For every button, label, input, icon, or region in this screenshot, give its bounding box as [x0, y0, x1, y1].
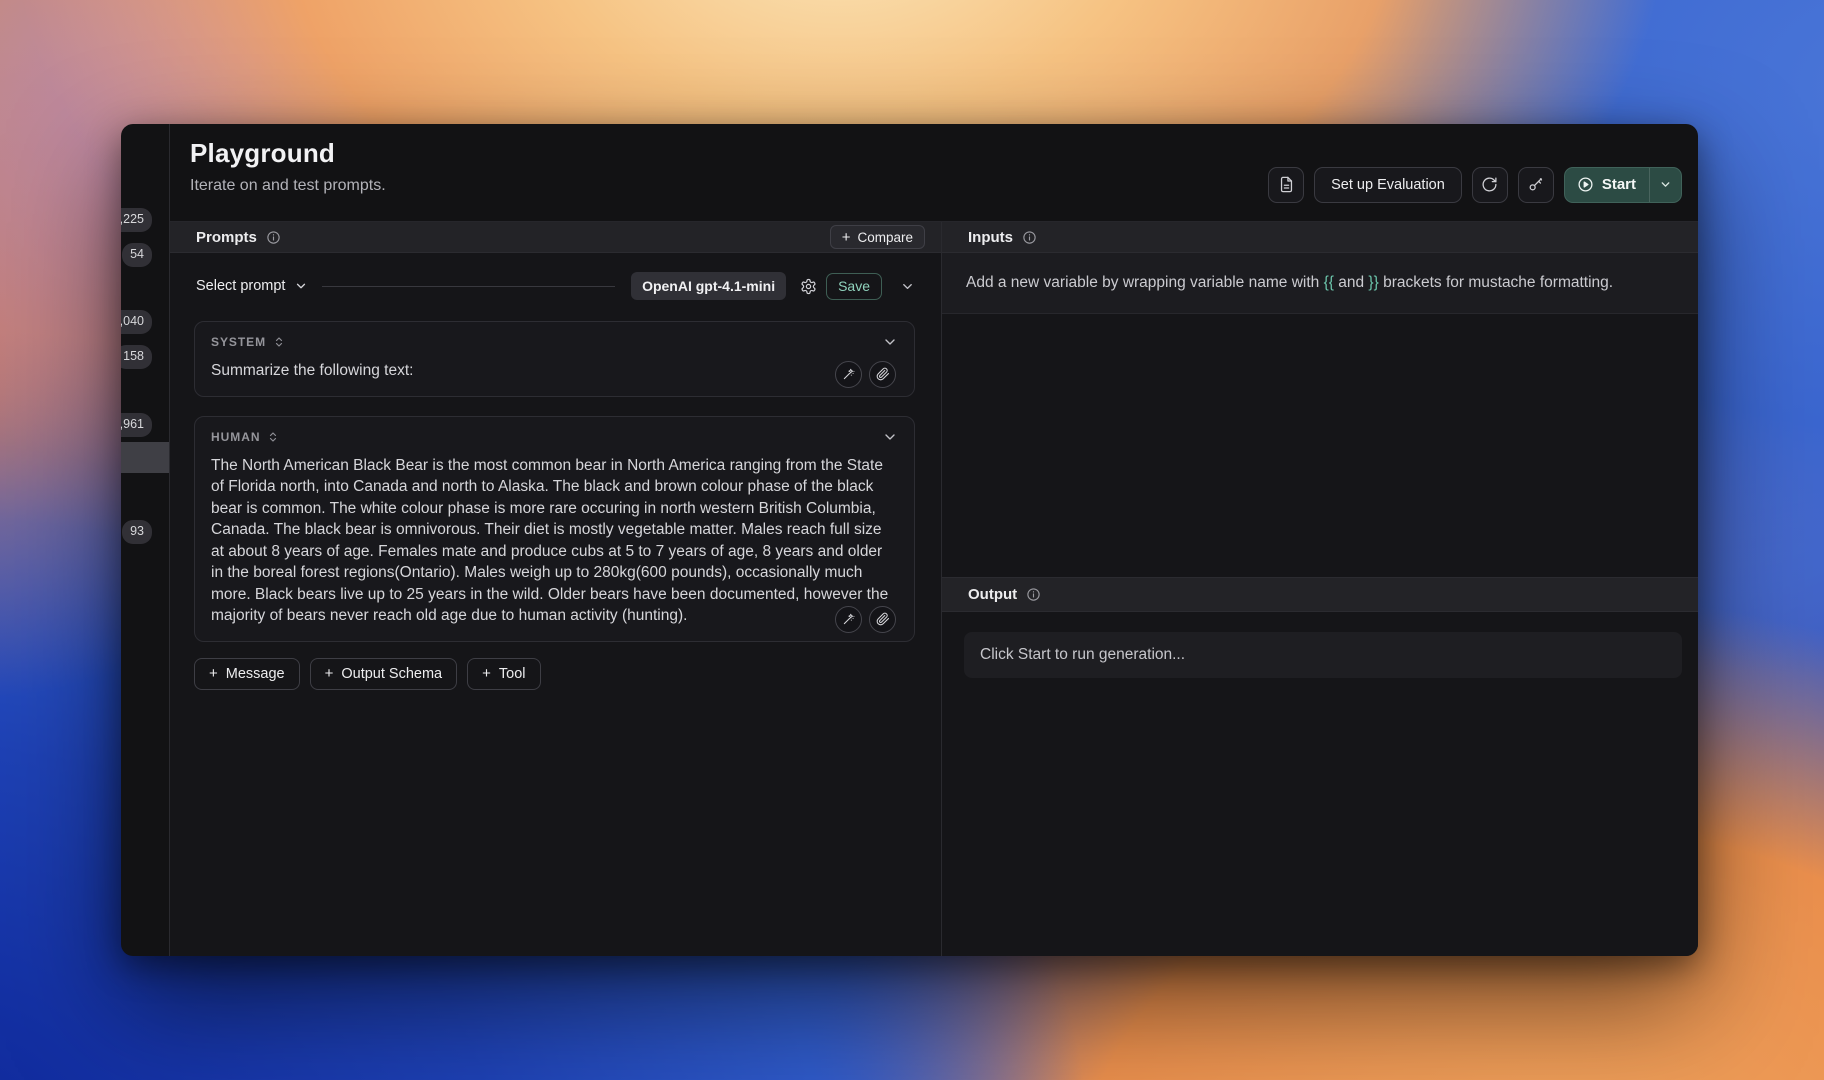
- wand-icon: [842, 612, 856, 626]
- chevron-down-icon: [900, 279, 915, 294]
- token-count-badge: 54: [122, 243, 152, 267]
- page-subtitle: Iterate on and test prompts.: [190, 177, 386, 194]
- message-role-label: SYSTEM: [211, 335, 267, 349]
- prompt-canvas-button[interactable]: [835, 605, 862, 633]
- prompt-canvas-button[interactable]: [835, 360, 862, 388]
- inputs-panel-header: Inputs: [942, 222, 1698, 253]
- hint-suffix: brackets for mustache formatting.: [1378, 274, 1614, 291]
- key-icon: [1527, 176, 1544, 193]
- chevron-down-icon: [294, 279, 308, 293]
- add-tool-label: Tool: [498, 665, 526, 682]
- output-panel-header: Output: [942, 577, 1698, 612]
- refresh-icon: [1481, 176, 1498, 193]
- model-settings-button[interactable]: [794, 272, 822, 300]
- output-panel-body: Click Start to run generation...: [942, 612, 1698, 956]
- add-message-label: Message: [225, 665, 285, 682]
- hint-prefix: Add a new variable by wrapping variable …: [966, 274, 1324, 291]
- info-circle-icon[interactable]: [1026, 587, 1041, 602]
- message-role-row: SYSTEM: [211, 334, 898, 350]
- inputs-panel-title: Inputs: [968, 228, 1013, 246]
- background-table-highlighted-row: [121, 442, 169, 473]
- paperclip-icon: [876, 367, 890, 381]
- view-code-button[interactable]: [1268, 166, 1305, 203]
- hint-middle: and: [1333, 274, 1369, 291]
- compare-button-label: Compare: [857, 229, 913, 245]
- io-panel: Inputs Add a new variable by wrapping va…: [942, 222, 1698, 956]
- output-placeholder-box: Click Start to run generation...: [964, 632, 1682, 678]
- info-circle-icon[interactable]: [266, 230, 281, 245]
- page-header: Playground Iterate on and test prompts. …: [170, 124, 1698, 221]
- background-table-sliver: 3,225 54 3,040 158 2,961 93: [121, 124, 170, 956]
- message-role-row: HUMAN: [211, 429, 898, 445]
- output-placeholder-text: Click Start to run generation...: [980, 646, 1186, 663]
- plus-icon: +: [324, 665, 334, 682]
- message-tools: [835, 360, 896, 388]
- file-text-icon: [1278, 176, 1295, 193]
- attach-file-button[interactable]: [869, 360, 896, 388]
- token-count-badge: 2,961: [121, 413, 152, 437]
- playground-window: 3,225 54 3,040 158 2,961 93 Playground I…: [121, 124, 1698, 956]
- info-circle-icon[interactable]: [1022, 230, 1037, 245]
- prompts-panel-title: Prompts: [196, 228, 257, 246]
- add-output-schema-button[interactable]: + Output Schema: [309, 657, 458, 690]
- message-role-label: HUMAN: [211, 429, 261, 444]
- playground-main: Playground Iterate on and test prompts. …: [170, 124, 1698, 956]
- prompts-panel-body: Select prompt OpenAI gpt-4.1-mini Save S…: [170, 253, 941, 690]
- paperclip-icon: [876, 612, 890, 626]
- connector-line: [322, 285, 616, 287]
- prompt-footer-actions: + Message + Output Schema + Tool: [194, 657, 915, 690]
- plus-icon: +: [482, 665, 491, 682]
- message-collapse-chevron[interactable]: [882, 429, 898, 445]
- chevrons-up-down-icon[interactable]: [267, 430, 279, 444]
- api-key-button[interactable]: [1517, 166, 1554, 203]
- play-circle-icon: [1577, 176, 1594, 193]
- save-button[interactable]: Save: [826, 272, 882, 300]
- desktop-wallpaper: 3,225 54 3,040 158 2,961 93 Playground I…: [0, 0, 1824, 1080]
- chevrons-up-down-icon[interactable]: [273, 335, 285, 349]
- start-options-dropdown[interactable]: [1649, 167, 1681, 202]
- message-card-human: HUMAN The North American Black Bear is t…: [194, 415, 915, 642]
- prompt-row-collapse[interactable]: [900, 279, 915, 294]
- token-count-badge: 3,040: [121, 310, 152, 334]
- message-tools: [835, 605, 896, 633]
- message-text[interactable]: The North American Black Bear is the mos…: [211, 455, 898, 627]
- prompts-panel: Prompts + Compare Select prompt OpenAI g…: [170, 222, 942, 956]
- mustache-open-braces: {{: [1323, 274, 1334, 291]
- token-count-badge: 93: [122, 520, 152, 544]
- plus-icon: +: [841, 228, 851, 246]
- attach-file-button[interactable]: [869, 605, 896, 633]
- page-header-titles: Playground Iterate on and test prompts.: [190, 138, 386, 221]
- setup-evaluation-button[interactable]: Set up Evaluation: [1314, 166, 1462, 203]
- wand-icon: [842, 367, 856, 381]
- plus-icon: +: [209, 665, 218, 682]
- page-title: Playground: [190, 138, 336, 168]
- token-count-badge: 3,225: [121, 208, 152, 232]
- message-text[interactable]: Summarize the following text:: [211, 360, 898, 382]
- compare-button[interactable]: + Compare: [829, 225, 925, 249]
- message-collapse-chevron[interactable]: [882, 334, 898, 350]
- inputs-panel-body: [942, 314, 1698, 577]
- header-toolbar: Set up Evaluation Start: [1268, 148, 1682, 221]
- prompts-panel-header: Prompts + Compare: [170, 222, 941, 253]
- token-count-badge: 158: [121, 345, 152, 369]
- start-button-label: Start: [1601, 176, 1636, 193]
- start-button-main[interactable]: Start: [1565, 168, 1649, 202]
- start-button[interactable]: Start: [1563, 166, 1682, 203]
- message-card-system: SYSTEM Summarize the following text:: [194, 321, 915, 397]
- setup-evaluation-label: Set up Evaluation: [1331, 176, 1445, 193]
- chevron-down-icon: [1659, 178, 1672, 191]
- mustache-close-braces: }}: [1368, 274, 1379, 291]
- select-prompt-dropdown[interactable]: Select prompt: [194, 272, 314, 300]
- model-badge[interactable]: OpenAI gpt-4.1-mini: [631, 272, 787, 300]
- gear-icon: [800, 278, 817, 295]
- prompt-config-row: Select prompt OpenAI gpt-4.1-mini Save: [194, 269, 915, 303]
- refresh-button[interactable]: [1471, 166, 1508, 203]
- output-panel-title: Output: [968, 586, 1018, 603]
- select-prompt-label: Select prompt: [196, 278, 286, 294]
- panels-container: Prompts + Compare Select prompt OpenAI g…: [170, 221, 1698, 956]
- add-message-button[interactable]: + Message: [194, 657, 300, 690]
- add-output-schema-label: Output Schema: [341, 665, 443, 682]
- add-tool-button[interactable]: + Tool: [467, 657, 541, 690]
- inputs-hint-text: Add a new variable by wrapping variable …: [942, 253, 1698, 314]
